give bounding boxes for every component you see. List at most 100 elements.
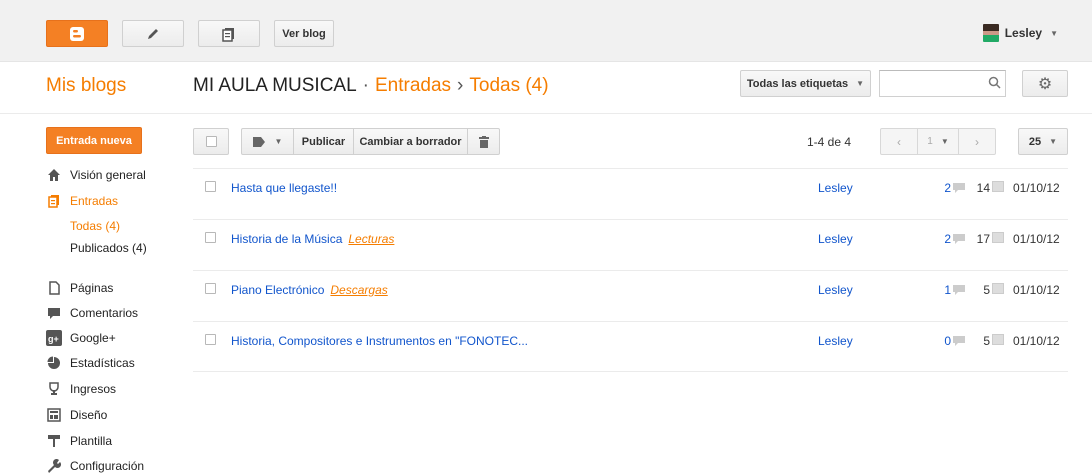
view-count: 17 bbox=[976, 232, 990, 246]
layout-icon bbox=[46, 407, 62, 423]
table-row[interactable]: Historia, Compositores e Instrumentos en… bbox=[193, 321, 1068, 372]
trophy-icon bbox=[46, 381, 62, 397]
sidebar-item-label: Google+ bbox=[70, 331, 116, 345]
sidebar-item-pages[interactable]: Páginas bbox=[46, 277, 196, 299]
pencil-icon bbox=[148, 28, 158, 39]
post-label-link[interactable]: Lecturas bbox=[348, 232, 394, 246]
home-icon bbox=[46, 167, 62, 183]
post-title-link[interactable]: Historia, Compositores e Instrumentos en… bbox=[231, 334, 528, 348]
sidebar-item-layout[interactable]: Diseño bbox=[46, 404, 196, 426]
user-menu[interactable]: Lesley ▼ bbox=[982, 24, 1058, 42]
post-date: 01/10/12 bbox=[1013, 232, 1060, 246]
sidebar-subitem-all[interactable]: Todas (4) bbox=[70, 216, 120, 236]
my-blogs-link[interactable]: Mis blogs bbox=[46, 75, 126, 97]
post-date: 01/10/12 bbox=[1013, 334, 1060, 348]
sidebar-item-template[interactable]: Plantilla bbox=[46, 430, 196, 452]
chevron-down-icon: ▼ bbox=[274, 137, 283, 146]
sidebar-item-posts[interactable]: Entradas bbox=[46, 190, 196, 212]
sidebar-item-overview[interactable]: Visión general bbox=[46, 164, 196, 186]
sidebar-item-label: Visión general bbox=[70, 168, 146, 182]
view-count: 5 bbox=[983, 334, 990, 348]
post-date: 01/10/12 bbox=[1013, 283, 1060, 297]
breadcrumb-arrow: › bbox=[457, 75, 464, 96]
sidebar-item-label: Plantilla bbox=[70, 434, 113, 448]
chevron-down-icon: ▼ bbox=[1049, 137, 1058, 146]
page-header: Mis blogs MI AULA MUSICAL · Entradas › Todas… bbox=[0, 62, 1092, 114]
page-number: 1 bbox=[927, 136, 933, 147]
row-checkbox[interactable] bbox=[205, 334, 216, 345]
page-icon bbox=[46, 280, 62, 296]
blogger-icon bbox=[70, 26, 84, 41]
post-author-link[interactable]: Lesley bbox=[818, 181, 853, 195]
comment-count[interactable]: 2 bbox=[921, 232, 951, 246]
row-checkbox[interactable] bbox=[205, 283, 216, 294]
sidebar-item-earnings[interactable]: Ingresos bbox=[46, 378, 196, 400]
next-page-button[interactable]: › bbox=[958, 128, 996, 155]
comment-count[interactable]: 0 bbox=[921, 334, 951, 348]
search-icon[interactable] bbox=[988, 76, 1001, 89]
comment-count[interactable]: 2 bbox=[921, 181, 951, 195]
paint-roller-icon bbox=[46, 433, 62, 449]
sidebar-item-settings[interactable]: Configuración bbox=[46, 455, 196, 473]
post-label-link[interactable]: Descargas bbox=[330, 283, 387, 297]
search-input[interactable] bbox=[879, 70, 1006, 97]
views-icon bbox=[992, 181, 1004, 192]
gear-icon: ⚙ bbox=[1037, 75, 1053, 93]
table-row[interactable]: Historia de la Música Lecturas Lesley 2 1… bbox=[193, 219, 1068, 270]
new-post-pencil-button[interactable] bbox=[122, 20, 184, 47]
svg-text:g+: g+ bbox=[48, 334, 59, 344]
labels-filter-dropdown[interactable]: Todas las etiquetas ▼ bbox=[740, 70, 871, 97]
revert-to-draft-button[interactable]: Cambiar a borrador bbox=[353, 128, 468, 155]
sidebar-item-googleplus[interactable]: g+ Google+ bbox=[46, 327, 196, 349]
comment-count[interactable]: 1 bbox=[921, 283, 951, 297]
sidebar-item-comments[interactable]: Comentarios bbox=[46, 302, 196, 324]
post-author-link[interactable]: Lesley bbox=[818, 283, 853, 297]
table-row[interactable]: Piano Electrónico Descargas Lesley 1 5 01… bbox=[193, 270, 1068, 321]
blogger-logo-button[interactable] bbox=[46, 20, 108, 47]
post-title-link[interactable]: Historia de la Música bbox=[231, 232, 342, 246]
settings-button[interactable]: ⚙ bbox=[1022, 70, 1068, 97]
views-icon bbox=[992, 334, 1004, 345]
per-page-dropdown[interactable]: 25 ▼ bbox=[1018, 128, 1068, 155]
delete-button[interactable] bbox=[467, 128, 500, 155]
avatar bbox=[982, 24, 999, 42]
pie-icon bbox=[46, 355, 62, 371]
select-all-checkbox[interactable] bbox=[193, 128, 229, 155]
breadcrumb-posts[interactable]: Entradas bbox=[375, 75, 451, 96]
post-author-link[interactable]: Lesley bbox=[818, 334, 853, 348]
sidebar-item-label: Entradas bbox=[70, 194, 119, 208]
posts-list-button[interactable] bbox=[198, 20, 260, 47]
breadcrumb: MI AULA MUSICAL · Entradas › Todas (4) bbox=[193, 75, 549, 97]
chevron-left-icon: ‹ bbox=[897, 134, 901, 149]
chevron-down-icon: ▼ bbox=[940, 137, 949, 146]
post-title-link[interactable]: Hasta que llegaste!! bbox=[231, 181, 337, 195]
user-name: Lesley bbox=[1004, 26, 1043, 40]
page-select[interactable]: 1 ▼ bbox=[917, 128, 959, 155]
blog-title: MI AULA MUSICAL bbox=[193, 75, 357, 96]
view-count: 5 bbox=[983, 283, 990, 297]
comment-icon bbox=[46, 305, 62, 321]
chevron-down-icon: ▼ bbox=[1050, 28, 1058, 38]
page-count: 1-4 de 4 bbox=[807, 135, 852, 149]
top-bar: Ver blog Lesley ▼ bbox=[0, 0, 1092, 62]
post-author-link[interactable]: Lesley bbox=[818, 232, 853, 246]
per-page-value: 25 bbox=[1028, 135, 1042, 148]
breadcrumb-separator: · bbox=[362, 75, 369, 96]
new-post-button[interactable]: Entrada nueva bbox=[46, 127, 142, 154]
view-blog-button[interactable]: Ver blog bbox=[274, 20, 334, 47]
sidebar-item-label: Estadísticas bbox=[70, 356, 135, 370]
sidebar-item-label: Comentarios bbox=[70, 306, 139, 320]
checkbox bbox=[205, 136, 217, 147]
row-checkbox[interactable] bbox=[205, 232, 216, 243]
prev-page-button[interactable]: ‹ bbox=[880, 128, 918, 155]
sidebar-item-label: Configuración bbox=[70, 459, 145, 473]
publish-button[interactable]: Publicar bbox=[293, 128, 354, 155]
sidebar-item-stats[interactable]: Estadísticas bbox=[46, 352, 196, 374]
label-dropdown-button[interactable]: ▼ bbox=[241, 128, 294, 155]
post-title-link[interactable]: Piano Electrónico bbox=[231, 283, 324, 297]
sidebar-subitem-published[interactable]: Publicados (4) bbox=[70, 238, 147, 258]
posts-icon bbox=[46, 193, 62, 209]
table-row[interactable]: Hasta que llegaste!! Lesley 2 14 01/10/1… bbox=[193, 168, 1068, 219]
row-checkbox[interactable] bbox=[205, 181, 216, 192]
wrench-icon bbox=[46, 458, 62, 473]
